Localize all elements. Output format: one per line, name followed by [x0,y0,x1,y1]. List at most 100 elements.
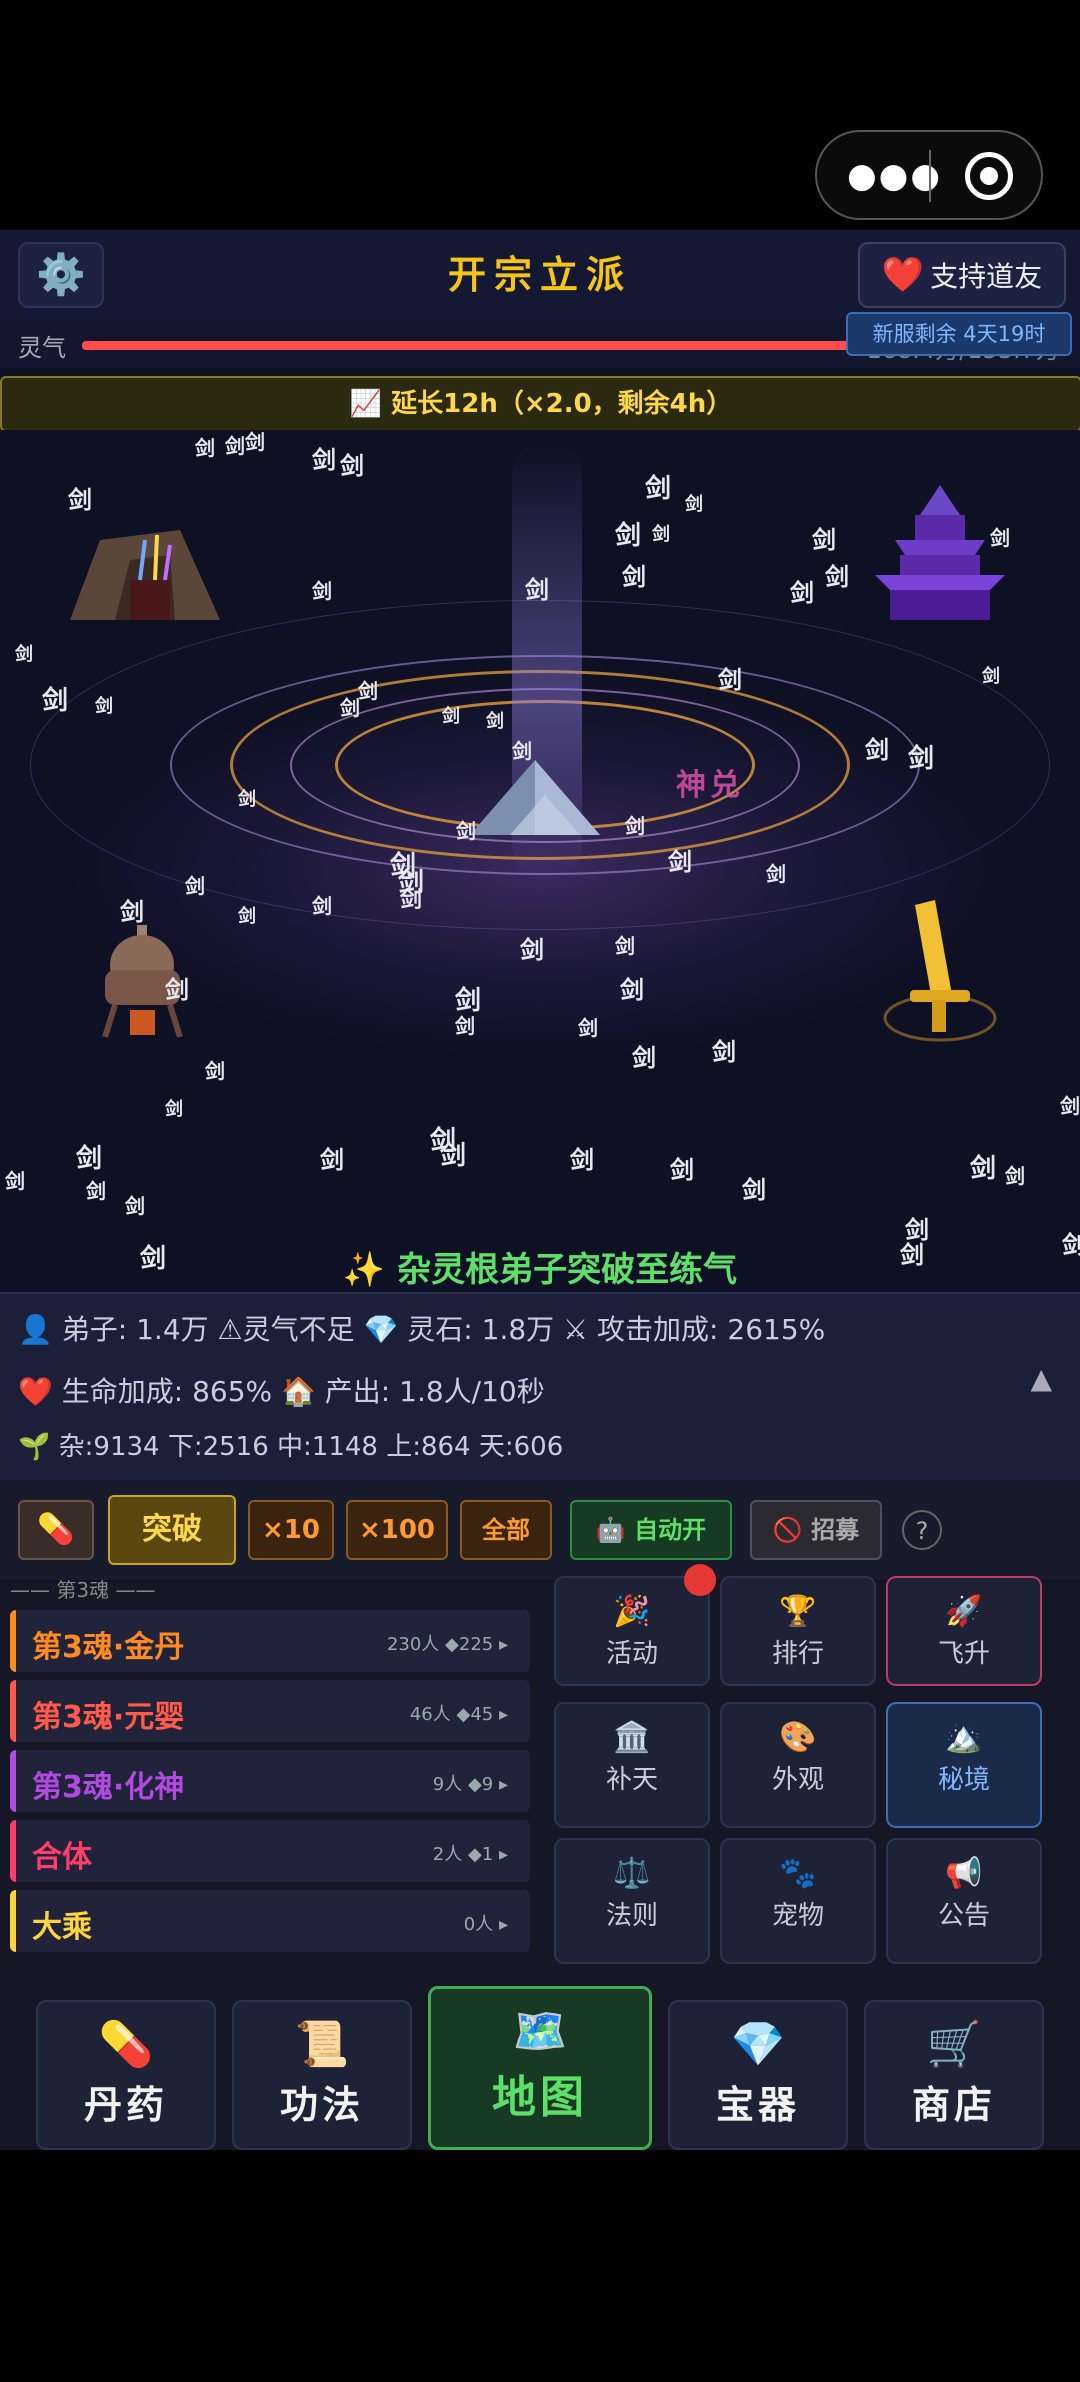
sword-glyph: 剑 [456,819,476,843]
realm-row[interactable]: 第3魂·化神 9人 ◆9 ▸ [10,1750,530,1812]
sword-glyph: 剑 [312,579,332,603]
support-button[interactable]: ❤️ 支持道友 [858,242,1066,308]
realm-count: 46人 ◆45 ▸ [409,1704,508,1725]
pill-button[interactable]: 💊 [18,1500,94,1560]
nav-skills[interactable]: 📜 功法 [232,2000,412,2150]
feature-label: 排行 [771,1639,824,1669]
law-button[interactable]: ⚖️ 法则 [554,1838,710,1964]
nav-map[interactable]: 🗺️ 地图 [428,1986,652,2150]
sword-glyph: 剑 [632,1044,656,1072]
sword-glyph: 剑 [668,848,692,876]
pagoda-building[interactable] [870,485,1010,625]
stats-line-2: ❤️ 生命加成: 865% 🏠 产出: 1.8人/10秒 [18,1375,545,1408]
ranking-button[interactable]: 🏆 排行 [720,1576,876,1686]
sword-glyph: 剑 [340,452,364,480]
feature-label: 飞升 [937,1639,990,1669]
auto-open-button[interactable]: 🤖 自动开 [570,1500,732,1560]
realm-color-bar [10,1610,16,1672]
sword-glyph: 剑 [165,976,189,1004]
scroll-icon: 📜 [294,2019,350,2070]
realm-section-label: —— 第3魂 —— [10,1578,156,1602]
sword-glyph: 剑 [15,644,33,665]
scales-icon: ⚖️ [613,1856,651,1891]
realm-color-bar [10,1890,16,1952]
golden-sword[interactable] [880,900,1000,1050]
realm-row[interactable]: 大乘 0人 ▸ [10,1890,530,1952]
breakthrough-button[interactable]: 突破 [108,1495,236,1565]
divine-marker-text: 神兑 [676,768,744,803]
mine-building[interactable] [60,520,230,630]
gem-icon: 💎 [730,2019,786,2070]
sword-glyph: 剑 [812,526,836,554]
feature-label: 秘境 [937,1765,990,1795]
mountain-icon: 🏔️ [945,1720,983,1755]
sword-glyph: 剑 [685,494,703,515]
recruit-button[interactable]: 🚫 招募 [750,1500,882,1560]
central-crystal[interactable] [470,760,600,840]
breakthrough-x100-button[interactable]: ×100 [346,1500,448,1560]
stats-line-3: 🌱 杂:9134 下:2516 中:1148 上:864 天:606 [18,1432,564,1462]
announcement-button[interactable]: 📢 公告 [886,1838,1042,1964]
sword-glyph: 剑 [570,1146,594,1174]
sword-glyph: 剑 [195,436,215,460]
sword-glyph: 剑 [790,579,814,607]
realm-color-bar [10,1680,16,1742]
activity-button[interactable]: 🎉 活动 [554,1564,716,1686]
pet-button[interactable]: 🐾 宠物 [720,1838,876,1964]
nav-treasures[interactable]: 💎 宝器 [668,2000,848,2150]
notification-badge [684,1564,716,1596]
sword-glyph: 剑 [225,434,245,458]
nav-shop[interactable]: 🛒 商店 [864,2000,1044,2150]
sword-glyph: 剑 [125,1194,145,1218]
sword-glyph: 剑 [400,888,423,913]
settings-button[interactable]: ⚙️ [18,242,104,308]
sword-glyph: 剑 [442,706,460,727]
gear-icon: ⚙️ [36,252,86,298]
sword-glyph: 剑 [652,524,670,545]
feature-label: 公告 [937,1901,990,1931]
nav-pills[interactable]: 💊 丹药 [36,2000,216,2150]
sword-glyph: 剑 [982,666,1000,687]
realm-name: 合体 [32,1840,92,1875]
ascend-button[interactable]: 🚀 飞升 [886,1576,1042,1686]
feature-label: 外观 [771,1765,824,1795]
breakthrough-x10-button[interactable]: ×10 [248,1500,334,1560]
miniprogram-capsule: ●●● [815,130,1043,220]
collapse-icon[interactable]: ▲ [1030,1362,1052,1395]
nav-label: 商店 [911,2083,996,2127]
close-miniprogram-icon[interactable] [965,152,1013,200]
help-icon[interactable]: ? [902,1510,942,1550]
sword-glyph: 剑 [620,976,644,1004]
sword-glyph: 剑 [766,862,786,886]
sword-glyph: 剑 [970,1154,997,1184]
realm-row[interactable]: 第3魂·金丹 230人 ◆225 ▸ [10,1610,530,1672]
sword-glyph: 剑 [990,526,1010,550]
sword-glyph: 剑 [340,696,360,720]
action-bar: 💊 突破 ×10 ×100 全部 🤖 自动开 🚫 招募 ? [0,1480,1080,1580]
realm-row[interactable]: 合体 2人 ◆1 ▸ [10,1820,530,1882]
more-menu-icon[interactable]: ●●● [847,154,940,198]
appearance-button[interactable]: 🎨 外观 [720,1702,876,1828]
sword-glyph: 剑 [1060,1094,1080,1118]
realm-name: 第3魂·元婴 [32,1700,185,1735]
breakthrough-all-button[interactable]: 全部 [460,1500,552,1560]
sect-stats-panel: 👤 弟子: 1.4万 ⚠灵气不足 💎 灵石: 1.8万 ⚔ 攻击加成: 2615… [0,1292,1080,1482]
secret-realm-button[interactable]: 🏔️ 秘境 [886,1702,1042,1828]
page-title: 开宗立派 [447,253,632,297]
sword-glyph: 剑 [358,679,378,703]
heart-icon: ❤️ [881,255,925,295]
extend-banner[interactable]: 📈 延长12h（×2.0，剩余4h） [0,376,1080,432]
mend-heaven-button[interactable]: 🏛️ 补天 [554,1702,710,1828]
realm-name: 第3魂·金丹 [32,1630,185,1665]
sword-glyph: 剑 [1005,1164,1025,1188]
sword-glyph: 剑 [68,486,92,514]
sword-glyph: 剑 [865,736,889,764]
nav-label: 功法 [279,2083,364,2127]
party-icon: 🎉 [613,1594,651,1629]
realm-list: —— 第3魂 —— 第3魂·金丹 230人 ◆225 ▸ 第3魂·元婴 46人 … [0,1578,540,1980]
sect-map-scene[interactable]: 剑 剑 剑 剑 剑 剑 剑 剑 剑 剑 剑 剑 剑 剑 剑 剑 剑 剑 剑 剑 … [0,430,1080,1290]
sword-glyph: 剑 [625,814,645,838]
qi-bar-fill [82,341,862,350]
feature-label: 补天 [605,1765,658,1795]
realm-row[interactable]: 第3魂·元婴 46人 ◆45 ▸ [10,1680,530,1742]
